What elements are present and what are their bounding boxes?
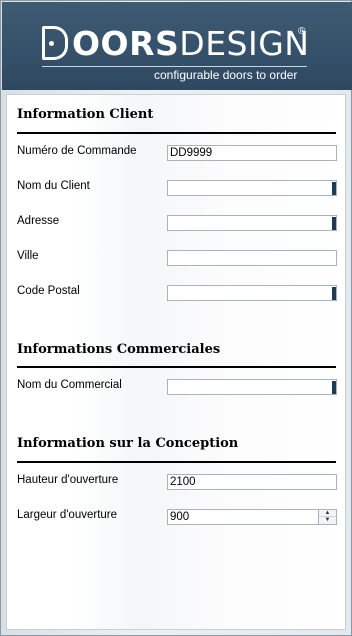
required-marker bbox=[332, 217, 336, 230]
order-number-label: Numéro de Commande bbox=[17, 145, 137, 157]
sales-rep-label: Nom du Commercial bbox=[17, 379, 122, 391]
section-divider bbox=[17, 461, 336, 463]
city-input[interactable] bbox=[167, 250, 337, 266]
logo-wordmark: OORSDESIGN bbox=[72, 24, 310, 63]
required-marker bbox=[332, 381, 336, 394]
opening-width-value: 900 bbox=[170, 511, 190, 523]
registered-mark: ® bbox=[298, 26, 306, 37]
section-divider bbox=[17, 132, 336, 134]
form-panel: Information Client Numéro de Commande DD… bbox=[6, 94, 346, 630]
doorsdesign-logo: OORSDESIGN ® configurable doors to order bbox=[42, 22, 312, 82]
logo-tagline: configurable doors to order bbox=[154, 68, 298, 82]
opening-width-label: Largeur d'ouverture bbox=[17, 509, 118, 521]
sales-rep-input[interactable] bbox=[167, 379, 337, 395]
section-title-client: Information Client bbox=[17, 107, 154, 122]
logo-divider bbox=[42, 66, 307, 67]
section-divider bbox=[17, 366, 336, 368]
opening-height-input[interactable]: 2100 bbox=[167, 474, 337, 490]
door-icon bbox=[42, 26, 68, 60]
spin-up-icon[interactable]: ▲ bbox=[319, 510, 336, 517]
spin-buttons: ▲ ▼ bbox=[318, 510, 336, 524]
opening-width-stepper[interactable]: 900 ▲ ▼ bbox=[167, 509, 337, 525]
client-name-label: Nom du Client bbox=[17, 180, 90, 192]
required-marker bbox=[332, 182, 336, 195]
required-marker bbox=[332, 287, 336, 300]
opening-height-label: Hauteur d'ouverture bbox=[17, 474, 119, 486]
postal-code-input[interactable] bbox=[167, 285, 337, 301]
header-banner: OORSDESIGN ® configurable doors to order bbox=[2, 2, 352, 90]
city-label: Ville bbox=[17, 250, 39, 262]
section-title-commercial: Informations Commerciales bbox=[17, 342, 221, 357]
app-window: OORSDESIGN ® configurable doors to order… bbox=[0, 0, 352, 636]
order-number-input[interactable]: DD9999 bbox=[167, 145, 337, 161]
postal-code-label: Code Postal bbox=[17, 285, 80, 297]
client-name-input[interactable] bbox=[167, 180, 337, 196]
section-title-design: Information sur la Conception bbox=[17, 436, 239, 451]
spin-down-icon[interactable]: ▼ bbox=[319, 517, 336, 524]
address-label: Adresse bbox=[17, 215, 60, 227]
address-input[interactable] bbox=[167, 215, 337, 231]
